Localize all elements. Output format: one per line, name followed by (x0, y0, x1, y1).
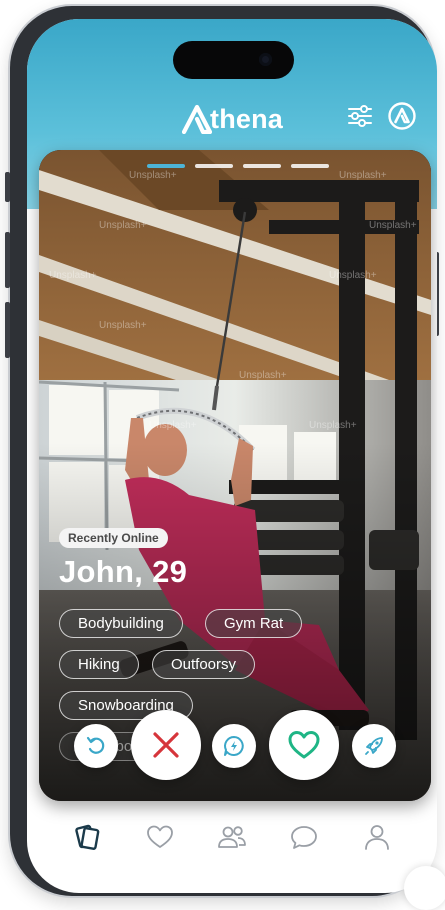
heart-outline-icon (146, 825, 173, 848)
interest-tag: Gym Rat (205, 609, 303, 638)
progress-segment (291, 164, 329, 168)
boost-button[interactable] (352, 724, 396, 768)
heart-icon (288, 731, 320, 759)
chat-bubble-icon (291, 826, 318, 849)
close-x-icon (153, 732, 179, 758)
watermark: Unsplash+ (369, 220, 417, 231)
watermark: Unsplash+ (329, 270, 377, 281)
watermark: Unsplash+ (239, 370, 287, 381)
interest-tag: Outfoorsy (152, 650, 256, 679)
rewind-button[interactable] (74, 724, 118, 768)
tab-discover[interactable] (71, 821, 103, 853)
interest-tag: Bodybuilding (59, 609, 183, 638)
progress-segment (243, 164, 281, 168)
tab-chats[interactable] (288, 821, 320, 853)
profile-name-age: John, 29 (59, 554, 188, 589)
phone-frame: thena Unsplash+ Unsplash+ Unsplash+ Unsp… (5, 6, 439, 896)
people-icon (218, 826, 246, 848)
status-badge: Recently Online (59, 528, 168, 548)
message-button[interactable] (212, 724, 256, 768)
like-button[interactable] (269, 710, 339, 780)
athena-badge-icon[interactable] (387, 101, 417, 131)
watermark: Unsplash+ (129, 170, 177, 181)
watermark: Unsplash+ (99, 220, 147, 231)
athena-a-icon (182, 104, 212, 134)
photo-progress-indicator (147, 164, 329, 168)
bottom-tab-bar (27, 807, 437, 867)
mute-switch (5, 172, 10, 202)
pass-button[interactable] (131, 710, 201, 780)
watermark: Unsplash+ (99, 320, 147, 331)
tab-matches[interactable] (216, 821, 248, 853)
floating-assistive-button[interactable] (404, 866, 445, 910)
profile-card[interactable]: Unsplash+ Unsplash+ Unsplash+ Unsplash+ … (39, 150, 431, 801)
lightning-chat-icon (224, 736, 244, 756)
watermark: Unsplash+ (149, 420, 197, 431)
watermark: Unsplash+ (49, 270, 97, 281)
progress-segment-active (147, 164, 185, 168)
watermark: Unsplash+ (339, 170, 387, 181)
front-camera (259, 53, 272, 66)
cards-icon (75, 824, 100, 850)
tab-profile[interactable] (361, 821, 393, 853)
screen: thena Unsplash+ Unsplash+ Unsplash+ Unsp… (27, 19, 437, 893)
volume-down-button (5, 302, 10, 358)
volume-up-button (5, 232, 10, 288)
person-icon (364, 825, 389, 850)
rocket-icon (365, 737, 383, 755)
interest-tag: Hiking (59, 650, 139, 679)
rewind-icon (86, 736, 105, 754)
progress-segment (195, 164, 233, 168)
dynamic-island (173, 41, 294, 79)
tab-likes[interactable] (144, 821, 176, 853)
app-name-text: thena (210, 103, 284, 134)
app-logo: thena (182, 99, 283, 139)
watermark: Unsplash+ (309, 420, 357, 431)
filter-sliders-icon[interactable] (345, 101, 375, 131)
